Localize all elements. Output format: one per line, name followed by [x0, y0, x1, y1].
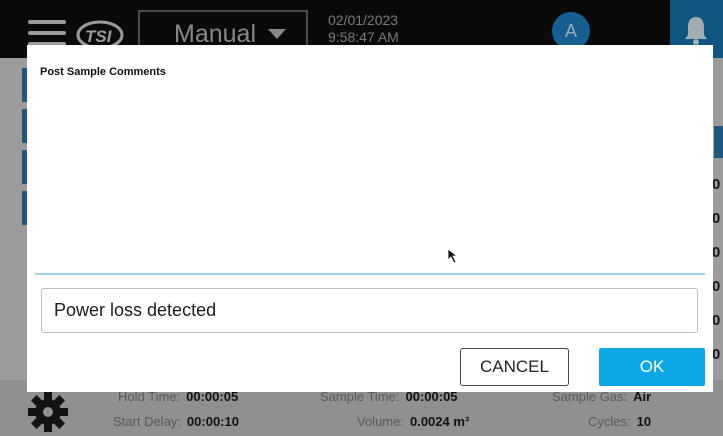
comment-input[interactable]: [41, 288, 698, 333]
cancel-button[interactable]: CANCEL: [460, 348, 569, 386]
mouse-cursor-icon: [447, 248, 459, 264]
dialog-title: Post Sample Comments: [40, 66, 166, 78]
ok-button[interactable]: OK: [599, 348, 705, 386]
post-sample-comments-dialog: Post Sample Comments CANCEL OK: [27, 45, 713, 392]
dialog-divider: [35, 273, 705, 275]
